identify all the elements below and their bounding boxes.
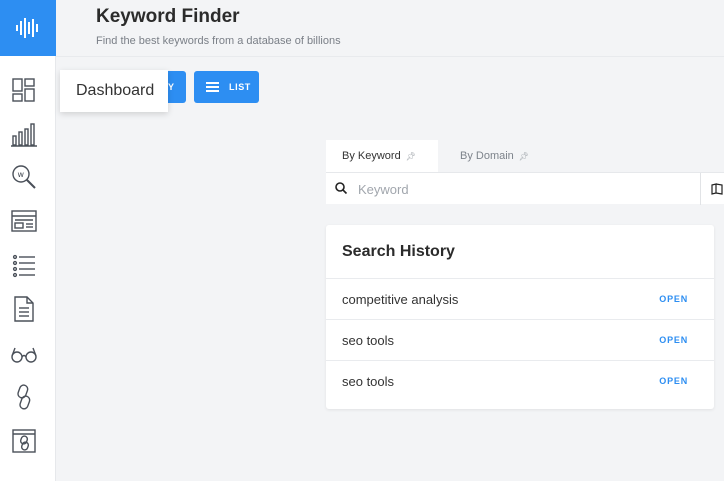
link-icon (17, 384, 31, 410)
history-row[interactable]: competitive analysis OPEN (326, 278, 714, 319)
sidebar-item-site-audit[interactable] (7, 204, 41, 238)
search-divider (700, 173, 701, 205)
history-term: seo tools (342, 373, 395, 389)
list-button[interactable]: LIST (194, 71, 259, 103)
sidebar-item-keyword-search[interactable]: w (7, 160, 41, 194)
dashboard-icon (12, 78, 35, 102)
sidebar: w (0, 0, 56, 481)
sidebar-item-competitors[interactable] (7, 336, 41, 370)
query-button-label: Y (168, 82, 175, 92)
glasses-icon (11, 347, 37, 363)
header-divider (56, 56, 724, 57)
sidebar-item-analytics[interactable] (7, 117, 41, 151)
list-lines-icon (206, 82, 219, 92)
bar-chart-icon (11, 123, 37, 147)
page-title: Keyword Finder (96, 6, 240, 27)
page-header: Keyword Finder Find the best keywords fr… (56, 0, 724, 56)
sidebar-item-lists[interactable] (7, 248, 41, 282)
web-link-icon (12, 429, 36, 453)
open-link[interactable]: OPEN (659, 294, 688, 304)
search-history-title: Search History (342, 243, 455, 260)
keyword-search-input[interactable] (358, 177, 698, 201)
svg-text:w: w (18, 170, 25, 179)
tab-by-keyword[interactable]: By Keyword 📌︎ (326, 140, 438, 172)
open-link[interactable]: OPEN (659, 376, 688, 386)
list-icon (12, 254, 35, 278)
sidebar-item-dashboard[interactable] (7, 73, 41, 107)
sidebar-item-backlinks[interactable] (7, 380, 41, 414)
pin-icon: 📌︎ (518, 151, 529, 161)
sidebar-item-link-tools[interactable] (7, 424, 41, 458)
search-bar (326, 172, 724, 205)
history-row[interactable]: seo tools OPEN (326, 360, 714, 401)
list-button-label: LIST (229, 82, 251, 92)
page-subtitle: Find the best keywords from a database o… (96, 35, 341, 47)
book-icon[interactable] (711, 183, 723, 195)
waveform-icon (16, 18, 38, 38)
pin-icon: 📌︎ (405, 151, 416, 161)
search-icon (335, 182, 348, 195)
tab-label: By Domain (460, 150, 514, 162)
tab-by-domain[interactable]: By Domain 📌︎ (444, 140, 554, 172)
open-link[interactable]: OPEN (659, 335, 688, 345)
sidebar-tooltip: Dashboard (60, 70, 168, 112)
history-term: competitive analysis (342, 291, 459, 307)
search-history-card: Search History competitive analysis OPEN… (326, 225, 714, 409)
history-row[interactable]: seo tools OPEN (326, 319, 714, 360)
browser-window-icon (11, 210, 37, 232)
tab-label: By Keyword (342, 150, 401, 162)
document-icon (14, 296, 34, 322)
logo[interactable] (0, 0, 56, 56)
history-term: seo tools (342, 332, 395, 348)
sidebar-item-reports[interactable] (7, 292, 41, 326)
keyword-search-icon: w (12, 165, 36, 189)
